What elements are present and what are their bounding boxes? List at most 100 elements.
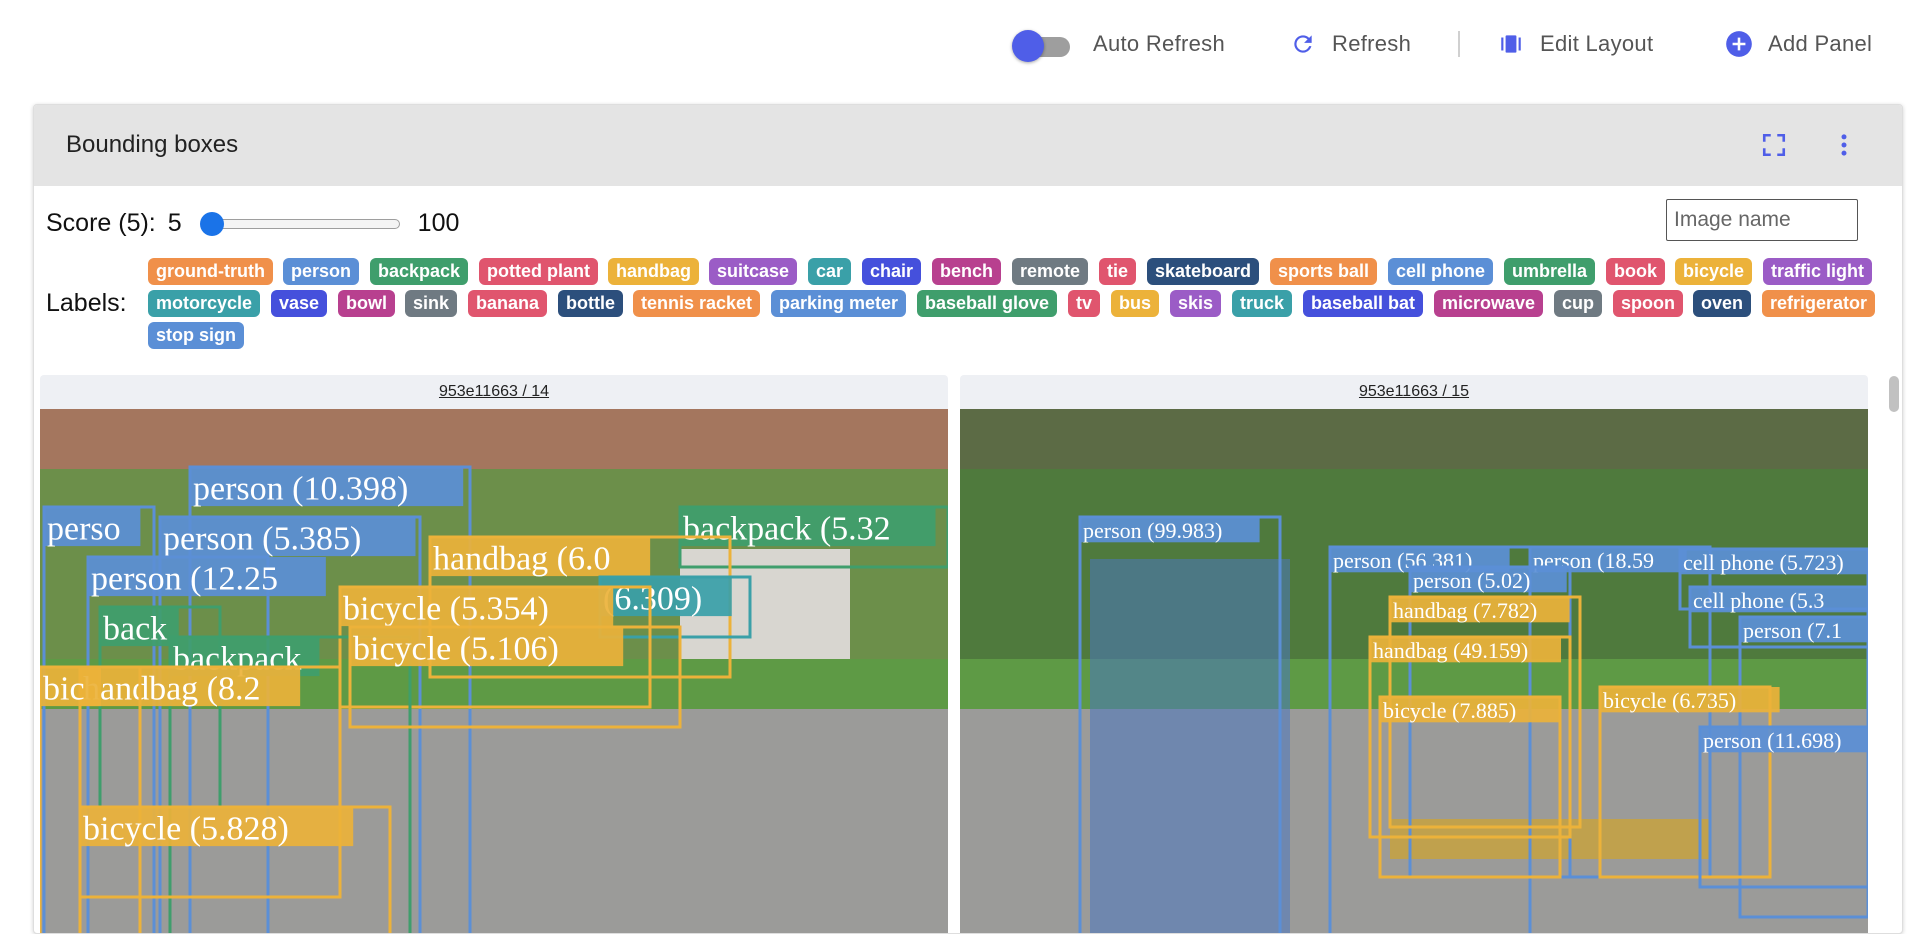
image-name-input[interactable] xyxy=(1666,199,1858,241)
auto-refresh-toggle[interactable] xyxy=(1012,30,1074,62)
detection-image: person (10.398) perso person (5.385)person… xyxy=(40,409,948,933)
label-chip[interactable]: parking meter xyxy=(771,290,907,317)
detection-label: handbag (6.0 xyxy=(433,540,611,577)
detection-label: bicycle (5.828) xyxy=(83,810,289,847)
label-chip[interactable]: baseball glove xyxy=(917,290,1058,317)
label-chip[interactable]: motorcycle xyxy=(148,290,261,317)
fullscreen-icon[interactable] xyxy=(1758,129,1790,161)
detection-label: person (10.398) xyxy=(193,470,408,507)
label-chip[interactable]: bench xyxy=(932,258,1002,285)
detection-label: backpack (5.32 xyxy=(683,510,891,547)
add-circle-icon xyxy=(1724,29,1754,59)
detection-label: cell phone (5.723) xyxy=(1683,550,1844,575)
label-chip[interactable]: ground-truth xyxy=(148,258,273,285)
refresh-icon xyxy=(1288,29,1318,59)
label-chip[interactable]: tennis racket xyxy=(633,290,761,317)
label-chip[interactable]: umbrella xyxy=(1504,258,1596,285)
dashboard-toolbar: Auto Refresh Refresh Edit Layout Add Pan… xyxy=(0,0,1930,86)
detection-label: handbag (8.2 xyxy=(83,670,261,707)
add-panel-label: Add Panel xyxy=(1768,31,1873,56)
detection-label: bicycle (5.106) xyxy=(353,630,559,667)
toolbar-divider xyxy=(1458,31,1460,57)
auto-refresh-label-wrap: Auto Refresh xyxy=(1093,22,1225,66)
image-title-link[interactable]: 953e11663 / 14 xyxy=(40,375,948,409)
image-card[interactable]: 953e11663 / 14 person (10.398) perso perso… xyxy=(40,375,948,933)
labels-title: Labels: xyxy=(46,289,127,317)
label-chip[interactable]: chair xyxy=(862,258,922,285)
image-grid: 953e11663 / 14 person (10.398) perso perso… xyxy=(34,370,1902,933)
label-chip[interactable]: refrigerator xyxy=(1762,290,1876,317)
detection-label: person (7.1 xyxy=(1743,618,1842,643)
label-chip[interactable]: remote xyxy=(1012,258,1089,285)
grid-scrollbar[interactable] xyxy=(1886,370,1902,933)
detection-label: handbag (49.159) xyxy=(1373,638,1528,663)
label-chip[interactable]: sports ball xyxy=(1270,258,1378,285)
refresh-label: Refresh xyxy=(1332,31,1412,56)
image-card[interactable]: 953e11663 / 15 person (99.983) person (56… xyxy=(960,375,1868,933)
refresh-button[interactable]: Refresh xyxy=(1288,22,1411,66)
detection-label: bicycle (6.735) xyxy=(1603,688,1736,713)
label-chip[interactable]: spoon xyxy=(1613,290,1683,317)
scene-curb xyxy=(1390,819,1710,859)
label-chip[interactable]: vase xyxy=(271,290,328,317)
score-min-value: 5 xyxy=(167,208,182,237)
score-slider[interactable] xyxy=(199,208,400,238)
label-chip[interactable]: cup xyxy=(1554,290,1603,317)
bounding-boxes-panel: Bounding boxes Score (5): 5 100 Labels: … xyxy=(33,104,1903,934)
add-panel-button[interactable]: Add Panel xyxy=(1724,22,1872,66)
label-chip[interactable]: bottle xyxy=(558,290,623,317)
detection-label: back xyxy=(103,610,167,647)
detection-label: person (11.698) xyxy=(1703,728,1842,753)
label-chip[interactable]: backpack xyxy=(370,258,469,285)
edit-layout-label: Edit Layout xyxy=(1540,31,1654,56)
label-chip[interactable]: bus xyxy=(1111,290,1160,317)
slider-rail xyxy=(203,219,400,229)
auto-refresh-label: Auto Refresh xyxy=(1093,31,1226,56)
label-chip[interactable]: baseball bat xyxy=(1303,290,1424,317)
label-chip[interactable]: handbag xyxy=(608,258,699,285)
detection-label: person (5.02) xyxy=(1413,568,1530,593)
label-chip[interactable]: microwave xyxy=(1434,290,1544,317)
panel-header: Bounding boxes xyxy=(34,105,1902,186)
slider-thumb[interactable] xyxy=(199,212,224,236)
label-chip[interactable]: tv xyxy=(1068,290,1101,317)
label-chip[interactable]: potted plant xyxy=(479,258,598,285)
score-filter-row: Score (5): 5 100 xyxy=(46,203,459,243)
scene-person xyxy=(1090,559,1290,933)
detection-label: perso xyxy=(47,510,121,547)
detection-label: person (12.25 xyxy=(91,560,278,597)
label-chip[interactable]: stop sign xyxy=(148,322,244,349)
edit-layout-button[interactable]: Edit Layout xyxy=(1496,22,1653,66)
detection-label: cell phone (5.3 xyxy=(1693,588,1824,613)
detection-label: bicycle (5.354) xyxy=(343,590,549,627)
label-chip[interactable]: suitcase xyxy=(709,258,798,285)
label-chip[interactable]: sink xyxy=(405,290,458,317)
label-chip[interactable]: tie xyxy=(1099,258,1137,285)
label-chip[interactable]: cell phone xyxy=(1388,258,1494,285)
label-chip[interactable]: oven xyxy=(1693,290,1752,317)
image-title-link[interactable]: 953e11663 / 15 xyxy=(960,375,1868,409)
more-options-icon[interactable] xyxy=(1828,129,1860,161)
detection-label: person (5.385) xyxy=(163,520,361,557)
detection-label: bic xyxy=(43,670,85,707)
score-max-value: 100 xyxy=(417,208,460,237)
panel-title: Bounding boxes xyxy=(66,131,239,158)
label-chip[interactable]: skateboard xyxy=(1147,258,1260,285)
detection-label: person (99.983) xyxy=(1083,518,1222,543)
label-chip[interactable]: bicycle xyxy=(1675,258,1753,285)
toggle-knob xyxy=(1012,30,1044,62)
detection-image: person (99.983)person (56.381) person (18… xyxy=(960,409,1868,933)
scrollbar-thumb[interactable] xyxy=(1889,376,1899,412)
score-label: Score (5): xyxy=(46,208,156,237)
label-chip[interactable]: car xyxy=(808,258,852,285)
label-chip[interactable]: book xyxy=(1606,258,1665,285)
label-chip[interactable]: truck xyxy=(1232,290,1293,317)
label-chip[interactable]: skis xyxy=(1170,290,1222,317)
edit-layout-icon xyxy=(1496,29,1526,59)
label-chip[interactable]: banana xyxy=(468,290,548,317)
detection-label: handbag (7.782) xyxy=(1393,598,1537,623)
label-chip[interactable]: bowl xyxy=(338,290,395,317)
detection-label: bicycle (7.885) xyxy=(1383,698,1516,723)
label-chip[interactable]: person xyxy=(283,258,360,285)
label-chip[interactable]: traffic light xyxy=(1763,258,1872,285)
